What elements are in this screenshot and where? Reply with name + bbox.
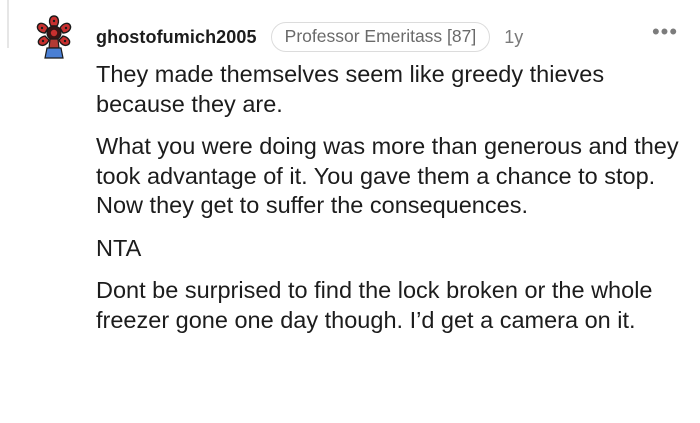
comment-paragraph: What you were doing was more than genero… [96,133,679,218]
avatar[interactable] [30,12,78,60]
user-flair-badge: Professor Emeritass [87] [270,22,491,52]
thread-line [7,0,9,48]
comment-paragraph: NTA [96,234,142,261]
comment-body: They made themselves seem like greedy th… [96,60,686,348]
demogorgon-avatar-icon [36,15,72,59]
comment-paragraph: Dont be surprised to find the lock broke… [96,277,653,333]
comment-header: ghostofumich2005 Professor Emeritass [87… [96,20,523,54]
comment-paragraph: They made themselves seem like greedy th… [96,61,605,117]
more-options-icon[interactable]: ••• [648,21,682,48]
comment-age: 1y [504,26,524,47]
username-link[interactable]: ghostofumich2005 [96,27,257,48]
